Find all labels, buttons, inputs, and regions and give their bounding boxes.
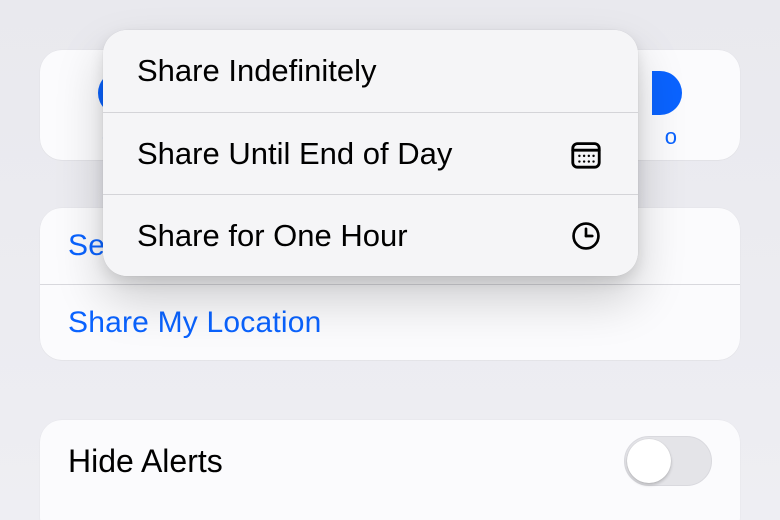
share-location-duration-menu: Share Indefinitely Share Until End of Da… (103, 30, 638, 276)
share-my-location-row[interactable]: Share My Location (40, 284, 740, 360)
header-action-fragment-right (652, 71, 682, 115)
menu-item-label: Share Indefinitely (137, 53, 377, 89)
alerts-group: Hide Alerts (40, 420, 740, 520)
share-my-location-label: Share My Location (68, 306, 322, 340)
header-caption-fragment-right: o (665, 124, 678, 150)
menu-item-share-for-one-hour[interactable]: Share for One Hour (103, 194, 638, 276)
menu-item-share-indefinitely[interactable]: Share Indefinitely (103, 30, 638, 112)
menu-item-share-until-end-of-day[interactable]: Share Until End of Day (103, 112, 638, 194)
hide-alerts-row: Hide Alerts (40, 420, 740, 502)
toggle-knob (627, 439, 671, 483)
hide-alerts-label: Hide Alerts (68, 443, 223, 480)
calendar-icon (568, 136, 604, 172)
hide-alerts-toggle[interactable] (624, 436, 712, 486)
clock-icon (568, 218, 604, 254)
menu-item-label: Share Until End of Day (137, 136, 452, 172)
menu-item-label: Share for One Hour (137, 218, 408, 254)
